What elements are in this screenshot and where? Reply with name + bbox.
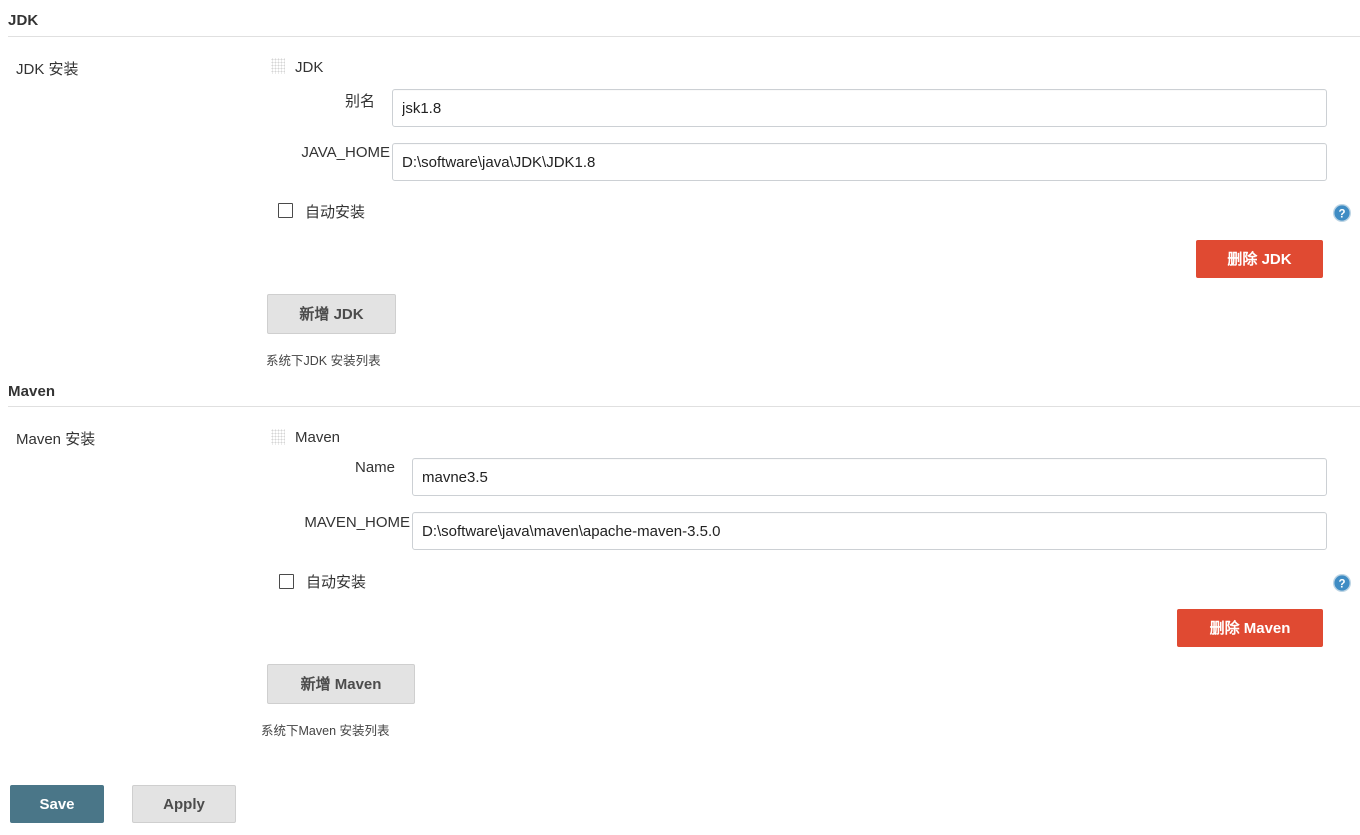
maven-install-list-hint: 系统下Maven 安装列表 bbox=[261, 724, 390, 738]
help-circle-icon[interactable]: ? bbox=[1332, 573, 1352, 593]
jdk-install-list-hint: 系统下JDK 安装列表 bbox=[266, 354, 381, 368]
maven-home-input[interactable] bbox=[412, 512, 1327, 550]
drag-dots-icon[interactable] bbox=[271, 429, 285, 445]
add-maven-button[interactable]: 新增 Maven bbox=[267, 664, 415, 704]
jdk-java-home-input[interactable] bbox=[392, 143, 1327, 181]
jdk-install-row-label: JDK 安装 bbox=[16, 61, 79, 78]
delete-jdk-button[interactable]: 删除 JDK bbox=[1196, 240, 1323, 278]
maven-name-input[interactable] bbox=[412, 458, 1327, 496]
jdk-java-home-label: JAVA_HOME bbox=[301, 144, 390, 161]
jdk-auto-install-checkbox[interactable] bbox=[278, 203, 293, 218]
svg-text:?: ? bbox=[1338, 578, 1345, 590]
maven-install-row-label: Maven 安装 bbox=[16, 431, 96, 448]
delete-maven-button[interactable]: 删除 Maven bbox=[1177, 609, 1323, 647]
jdk-tool-title: JDK bbox=[295, 59, 324, 76]
maven-auto-install-checkbox[interactable] bbox=[279, 574, 294, 589]
jdk-alias-label: 别名 bbox=[344, 93, 375, 110]
maven-tool-title: Maven bbox=[295, 429, 341, 446]
jdk-section-heading: JDK bbox=[8, 12, 39, 29]
help-circle-icon[interactable]: ? bbox=[1332, 203, 1352, 223]
maven-home-label: MAVEN_HOME bbox=[304, 514, 410, 531]
svg-text:?: ? bbox=[1338, 208, 1345, 220]
add-jdk-button[interactable]: 新增 JDK bbox=[267, 294, 396, 334]
jdk-auto-install-label[interactable]: 自动安装 bbox=[305, 201, 365, 222]
maven-auto-install-label[interactable]: 自动安装 bbox=[306, 571, 366, 592]
maven-name-label: Name bbox=[354, 459, 395, 476]
apply-button[interactable]: Apply bbox=[132, 785, 236, 823]
save-button[interactable]: Save bbox=[10, 785, 104, 823]
drag-dots-icon[interactable] bbox=[271, 58, 285, 74]
maven-section-heading: Maven bbox=[8, 383, 56, 400]
maven-section-divider bbox=[8, 406, 1360, 407]
jdk-alias-input[interactable] bbox=[392, 89, 1327, 127]
jdk-section-divider bbox=[8, 36, 1360, 37]
